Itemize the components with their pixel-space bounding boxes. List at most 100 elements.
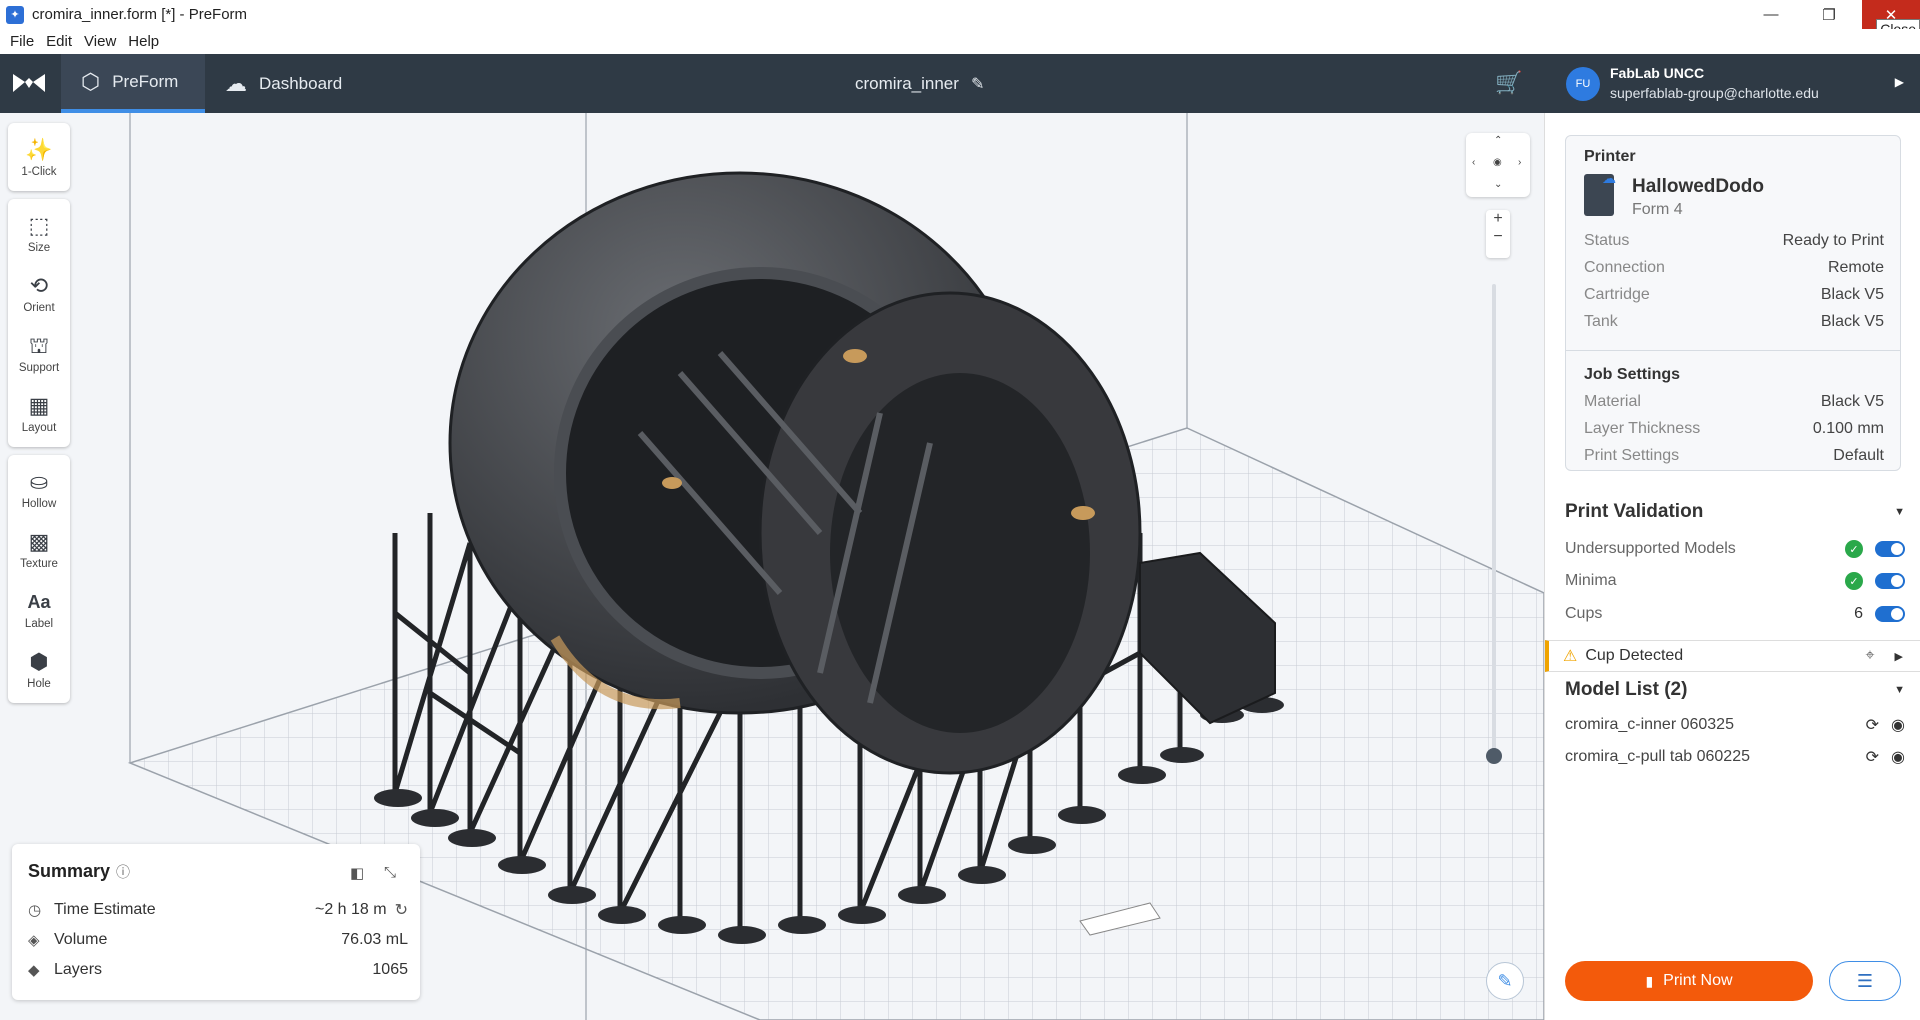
pencil-icon[interactable]: ✎	[971, 74, 984, 94]
info-icon[interactable]: ⓘ	[116, 864, 130, 880]
printer-name: HallowedDodo	[1632, 176, 1764, 197]
chevron-right-icon[interactable]: ›	[1518, 157, 1521, 168]
menu-help[interactable]: Help	[128, 33, 159, 50]
refresh-icon[interactable]: ↻	[395, 900, 408, 920]
tool-1-click[interactable]: ✨ 1-Click	[8, 127, 70, 187]
layer-slider-track[interactable]	[1492, 284, 1496, 754]
restore-button[interactable]: ❐	[1800, 0, 1858, 29]
validation-minima: Minima ✓	[1565, 566, 1905, 596]
cups-count: 6	[1854, 605, 1863, 622]
account-email: superfablab-group@charlotte.edu	[1610, 85, 1819, 101]
job-layer-thickness: 0.100 mm	[1812, 420, 1884, 437]
printer-model: Form 4	[1632, 201, 1683, 218]
eye-icon[interactable]: ◉	[1891, 715, 1905, 735]
eye-icon[interactable]: ◉	[1493, 157, 1502, 168]
collapse-icon[interactable]: ⤡	[384, 864, 396, 881]
account-org: FabLab UNCC	[1610, 65, 1705, 81]
chevron-down-icon[interactable]: ⌄	[1494, 179, 1502, 190]
cloud-icon: ☁	[1602, 170, 1616, 186]
model-list-header[interactable]: Model List (2) ▼	[1565, 679, 1905, 701]
window-titlebar: ✦ cromira_inner.form [*] - PreForm — ❐ ✕	[0, 0, 1920, 29]
feedback-icon[interactable]: ✎	[1486, 962, 1524, 1000]
view-navigator[interactable]: ⌃ ‹ ◉ › ⌄	[1466, 133, 1530, 197]
model-list-item[interactable]: cromira_c-inner 060325 ⟳ ◉	[1565, 710, 1905, 740]
avatar: FU	[1566, 67, 1600, 101]
window-title: cromira_inner.form [*] - PreForm	[32, 6, 248, 23]
print-now-button[interactable]: ▮ Print Now	[1565, 961, 1813, 1001]
tool-layout[interactable]: ▦ Layout	[8, 383, 70, 443]
tool-size[interactable]: ⬚ Size	[8, 203, 70, 263]
list-icon: ☰	[1856, 970, 1874, 991]
sync-icon[interactable]: ⟳	[1866, 747, 1879, 767]
tab-preform-label: PreForm	[112, 71, 179, 91]
chevron-right-icon: ▶	[1894, 75, 1904, 89]
job-print-settings: Default	[1833, 447, 1884, 464]
tool-orient[interactable]: ⟲ Orient	[8, 263, 70, 323]
tool-hole[interactable]: ⬢ Hole	[8, 639, 70, 699]
summary-layers-row: ◆ Layers 1065	[28, 961, 408, 979]
summary-panel: Summary ⓘ ◧ ⤡ ◷ Time Estimate ~2 h 18 m ↻…	[12, 844, 420, 1000]
magic-wand-icon: ✨	[25, 136, 53, 162]
sync-icon[interactable]: ⟳	[1866, 715, 1879, 735]
job-name[interactable]: cromira_inner ✎	[855, 54, 984, 113]
cups-toggle[interactable]	[1875, 606, 1905, 622]
volume-icon: ◈	[28, 932, 40, 949]
support-icon: ⛫	[28, 332, 50, 358]
tool-texture[interactable]: ▩ Texture	[8, 519, 70, 579]
chevron-right-icon: ▶	[1894, 650, 1903, 663]
tool-hollow[interactable]: ⛀ Hollow	[8, 459, 70, 519]
menu-view[interactable]: View	[84, 33, 116, 50]
minimize-button[interactable]: —	[1742, 0, 1800, 29]
tool-label[interactable]: Aa Label	[8, 579, 70, 639]
printer-icon: ▮	[1645, 972, 1654, 989]
formlabs-logo-icon[interactable]	[10, 68, 48, 98]
hollow-icon: ⛀	[29, 468, 49, 494]
menu-bar: File Edit View Help	[0, 29, 1920, 54]
account-menu[interactable]: FU FabLab UNCC superfablab-group@charlot…	[1544, 54, 1920, 113]
printer-tank: Black V5	[1820, 313, 1884, 330]
panel-toggle-icon[interactable]: ◧	[350, 864, 364, 882]
menu-file[interactable]: File	[10, 33, 34, 50]
cloud-icon: ☁	[225, 70, 247, 96]
printer-cartridge: Black V5	[1820, 286, 1884, 303]
printer-card[interactable]: Printer ☁ HallowedDodo Form 4 Status Read…	[1565, 135, 1901, 471]
clock-icon: ◷	[28, 902, 42, 919]
left-toolbar: ✨ 1-Click ⬚ Size ⟲ Orient ⛫ Support ▦ La…	[8, 123, 70, 711]
check-icon: ✓	[1845, 540, 1863, 558]
tab-dashboard[interactable]: ☁ Dashboard	[225, 54, 342, 113]
zoom-out-icon[interactable]: −	[1486, 228, 1510, 246]
queue-menu-button[interactable]: ☰	[1829, 961, 1901, 1001]
layer-slider-handle[interactable]	[1486, 748, 1502, 764]
printer-connection: Remote	[1827, 259, 1884, 276]
top-nav: ⬡ PreForm ☁ Dashboard cromira_inner ✎ 🛒	[0, 54, 1544, 113]
model-list-item[interactable]: cromira_c-pull tab 060225 ⟳ ◉	[1565, 742, 1905, 772]
tab-dashboard-label: Dashboard	[259, 73, 343, 93]
chevron-left-icon[interactable]: ‹	[1472, 157, 1475, 168]
zoom-in-icon[interactable]: +	[1486, 210, 1510, 228]
cup-detected-row[interactable]: ⚠ Cup Detected ⌖ ▶	[1545, 640, 1920, 672]
undersupported-toggle[interactable]	[1875, 541, 1905, 557]
print-validation-header[interactable]: Print Validation ▼	[1565, 501, 1905, 523]
summary-volume-row: ◈ Volume 76.03 mL	[28, 931, 408, 949]
check-icon: ✓	[1845, 572, 1863, 590]
hole-icon: ⬢	[29, 648, 49, 674]
cart-icon[interactable]: 🛒	[1495, 70, 1522, 96]
tab-preform[interactable]: ⬡ PreForm	[61, 54, 205, 113]
label-icon: Aa	[27, 591, 51, 612]
chevron-up-icon[interactable]: ⌃	[1494, 135, 1502, 146]
printer-section-label: Printer	[1584, 148, 1636, 165]
warning-icon: ⚠	[1563, 648, 1578, 665]
job-name-text: cromira_inner	[855, 73, 959, 93]
summary-title: Summary ⓘ	[28, 861, 131, 881]
validation-cups: Cups 6	[1565, 599, 1905, 629]
layers-icon: ◆	[28, 962, 40, 979]
validation-undersupported: Undersupported Models ✓	[1565, 534, 1905, 564]
locate-icon[interactable]: ⌖	[1866, 647, 1875, 665]
eye-icon[interactable]: ◉	[1891, 747, 1905, 767]
cube-icon: ⬡	[81, 68, 101, 94]
menu-edit[interactable]: Edit	[46, 33, 72, 50]
divider	[1566, 350, 1900, 351]
minima-toggle[interactable]	[1875, 573, 1905, 589]
rotate-icon: ⟲	[29, 272, 49, 298]
tool-support[interactable]: ⛫ Support	[8, 323, 70, 383]
